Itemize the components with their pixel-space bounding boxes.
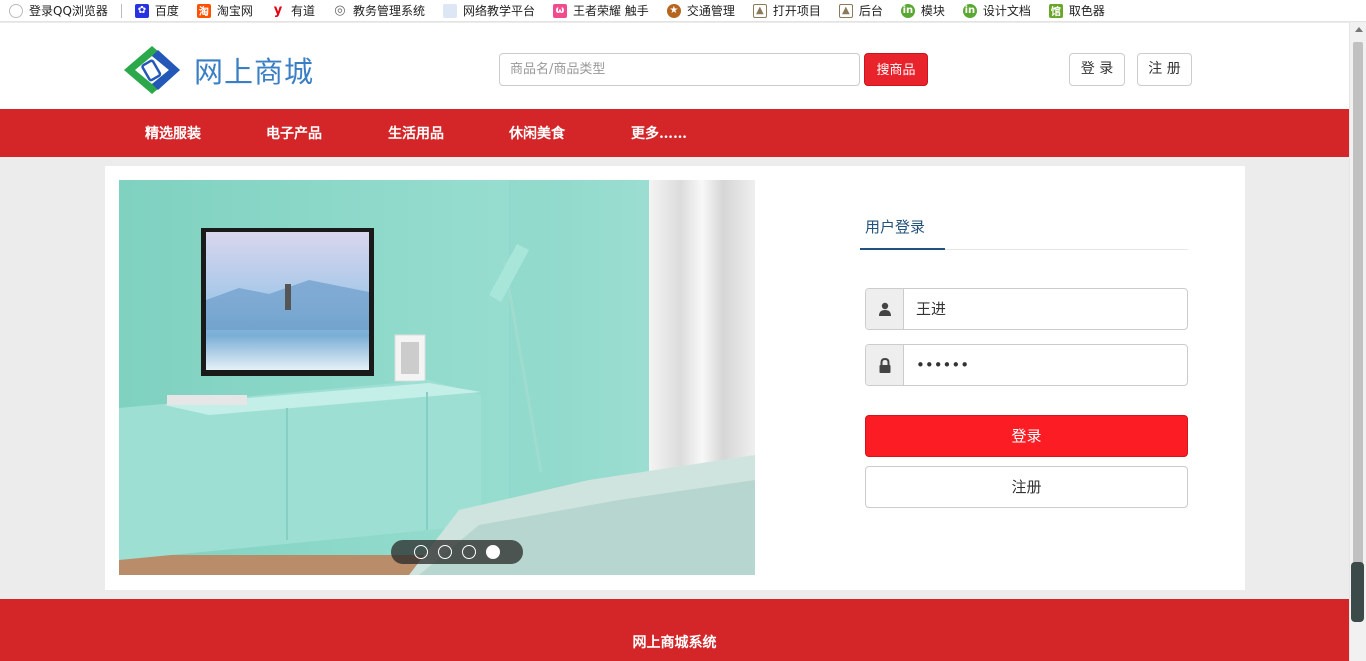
scroll-up-arrow-icon[interactable]	[1355, 27, 1363, 32]
password-field[interactable]: ••••••	[865, 344, 1188, 386]
bookmark-color-picker[interactable]: 馆 取色器	[1040, 0, 1114, 22]
blank-page-icon	[442, 3, 457, 18]
nav-item-daily-goods[interactable]: 生活用品	[388, 109, 444, 157]
image-carousel[interactable]	[119, 180, 755, 575]
carousel-dot[interactable]	[414, 545, 428, 559]
carousel-slide-image	[119, 180, 755, 575]
register-button[interactable]: 注册	[865, 466, 1188, 508]
bookmark-label: 教务管理系统	[352, 4, 425, 18]
bookmark-taobao[interactable]: 淘 淘宝网	[188, 0, 262, 22]
color-picker-icon: 馆	[1048, 3, 1063, 18]
bookmark-teaching-platform[interactable]: 网络教学平台	[434, 0, 544, 22]
bookmarks-bar: 登录QQ浏览器 ✿ 百度 淘 淘宝网 y 有道 ◎ 教务管理系统 网络教学平台 …	[0, 0, 1366, 22]
side-widget-icon[interactable]	[1351, 562, 1364, 622]
nav-item-more[interactable]: 更多……	[631, 109, 687, 157]
bookmark-label: 网络教学平台	[462, 4, 535, 18]
bookmark-youdao[interactable]: y 有道	[262, 0, 324, 22]
bookmark-label: 模块	[920, 4, 945, 18]
logo-diamond-icon	[124, 46, 180, 94]
taobao-icon: 淘	[196, 3, 211, 18]
bookmark-module[interactable]: in 模块	[892, 0, 954, 22]
nav-item-electronics[interactable]: 电子产品	[266, 109, 322, 157]
bookmark-label: 有道	[290, 4, 315, 18]
bookmark-label: 后台	[858, 4, 883, 18]
baidu-paw-icon: ✿	[134, 3, 149, 18]
username-field[interactable]: 王进	[865, 288, 1188, 330]
bookmark-backend[interactable]: ▲ 后台	[830, 0, 892, 22]
site-header: 网上商城 商品名/商品类型 搜商品 登 录 注 册	[0, 23, 1349, 109]
image-file-icon: ▲	[752, 3, 767, 18]
carousel-indicators	[391, 540, 523, 564]
bookmark-label: 百度	[154, 4, 179, 18]
youdao-icon: y	[273, 3, 283, 18]
login-button[interactable]: 登录	[865, 415, 1188, 457]
carousel-dot-active[interactable]	[486, 545, 500, 559]
site-footer: 网上商城系统	[0, 599, 1349, 661]
chushou-icon: ω	[552, 3, 567, 18]
carousel-dot[interactable]	[438, 545, 452, 559]
bookmark-label: 交通管理	[686, 4, 735, 18]
globe-icon: ◎	[334, 3, 346, 18]
site-logo[interactable]: 网上商城	[122, 44, 314, 96]
footer-text: 网上商城系统	[632, 635, 717, 651]
bookmark-qq-login[interactable]: 登录QQ浏览器	[0, 0, 117, 22]
tab-user-login[interactable]: 用户登录	[860, 216, 945, 250]
green-circle-icon: in	[900, 3, 915, 18]
user-icon	[866, 289, 904, 329]
category-nav: 精选服装 电子产品 生活用品 休闲美食 更多……	[0, 109, 1349, 157]
page-scrollbar[interactable]	[1349, 22, 1366, 661]
bookmark-separator	[120, 3, 122, 18]
lock-icon	[866, 345, 904, 385]
police-badge-icon: ★	[666, 3, 681, 18]
bookmark-label: 取色器	[1068, 4, 1105, 18]
bookmark-traffic[interactable]: ★ 交通管理	[658, 0, 744, 22]
nav-item-clothing[interactable]: 精选服装	[145, 109, 201, 157]
bookmark-label: 打开项目	[772, 4, 821, 18]
carousel-dot[interactable]	[462, 545, 476, 559]
search-input[interactable]: 商品名/商品类型	[499, 53, 860, 86]
scrollbar-thumb[interactable]	[1353, 42, 1363, 617]
bookmark-baidu[interactable]: ✿ 百度	[126, 0, 188, 22]
header-register-button[interactable]: 注 册	[1137, 53, 1192, 86]
bookmark-open-project[interactable]: ▲ 打开项目	[744, 0, 830, 22]
bookmark-academic-system[interactable]: ◎ 教务管理系统	[324, 0, 434, 22]
nav-item-snacks[interactable]: 休闲美食	[509, 109, 565, 157]
bookmark-label: 登录QQ浏览器	[29, 4, 108, 18]
username-value: 王进	[916, 300, 947, 318]
bookmark-design-doc[interactable]: in 设计文档	[954, 0, 1040, 22]
user-avatar-icon	[9, 3, 23, 18]
logo-text: 网上商城	[194, 55, 315, 89]
password-value: ••••••	[916, 356, 970, 374]
bookmark-chushou[interactable]: ω 王者荣耀 触手	[544, 0, 658, 22]
login-tabs: 用户登录	[860, 206, 1188, 250]
bookmark-label: 淘宝网	[216, 4, 253, 18]
search-button[interactable]: 搜商品	[864, 53, 928, 86]
main-panel: 用户登录 王进 •••••• 登录 注册	[105, 166, 1245, 590]
bookmark-label: 王者荣耀 触手	[572, 4, 649, 18]
header-login-button[interactable]: 登 录	[1069, 53, 1125, 86]
bookmark-label: 设计文档	[982, 4, 1031, 18]
image-file-icon: ▲	[838, 3, 853, 18]
green-circle-icon: in	[962, 3, 977, 18]
